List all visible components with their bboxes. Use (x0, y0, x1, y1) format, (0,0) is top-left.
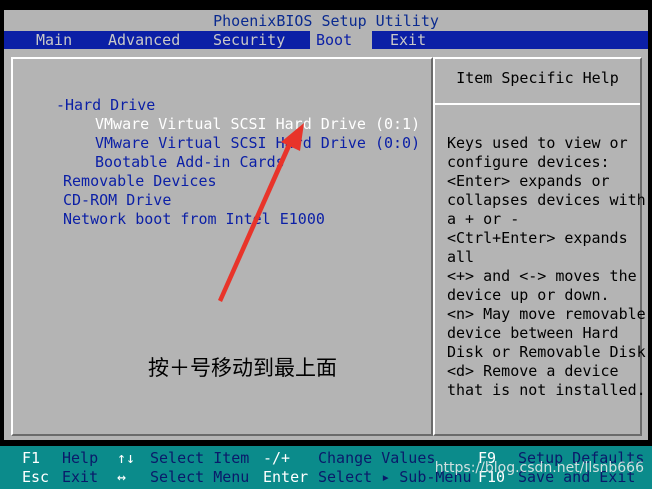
red-arrow-annotation (218, 123, 304, 302)
key-legend-bar: F1 Help ↑↓ Select Item -/+ Change Values… (0, 446, 652, 489)
key-desc: Exit (62, 468, 99, 486)
key-desc: Help (62, 449, 99, 467)
key-f1[interactable]: F1 (22, 449, 40, 467)
arrow-head (281, 123, 304, 151)
key-enter[interactable]: Enter (263, 468, 308, 486)
watermark: https://blog.csdn.net/llsnb666 (434, 460, 644, 476)
key-arrows-updown[interactable]: ↑↓ (117, 449, 135, 467)
key-desc: Select Menu (150, 468, 250, 486)
annotation-text: 按＋号移动到最上面 (148, 356, 337, 380)
key-arrows-leftright[interactable]: ↔ (117, 468, 126, 486)
key-minus-plus[interactable]: -/+ (263, 449, 290, 467)
arrow-shaft (218, 137, 294, 302)
key-desc: Change Values (318, 449, 436, 467)
key-esc[interactable]: Esc (22, 468, 49, 486)
key-desc: Select Item (150, 449, 250, 467)
